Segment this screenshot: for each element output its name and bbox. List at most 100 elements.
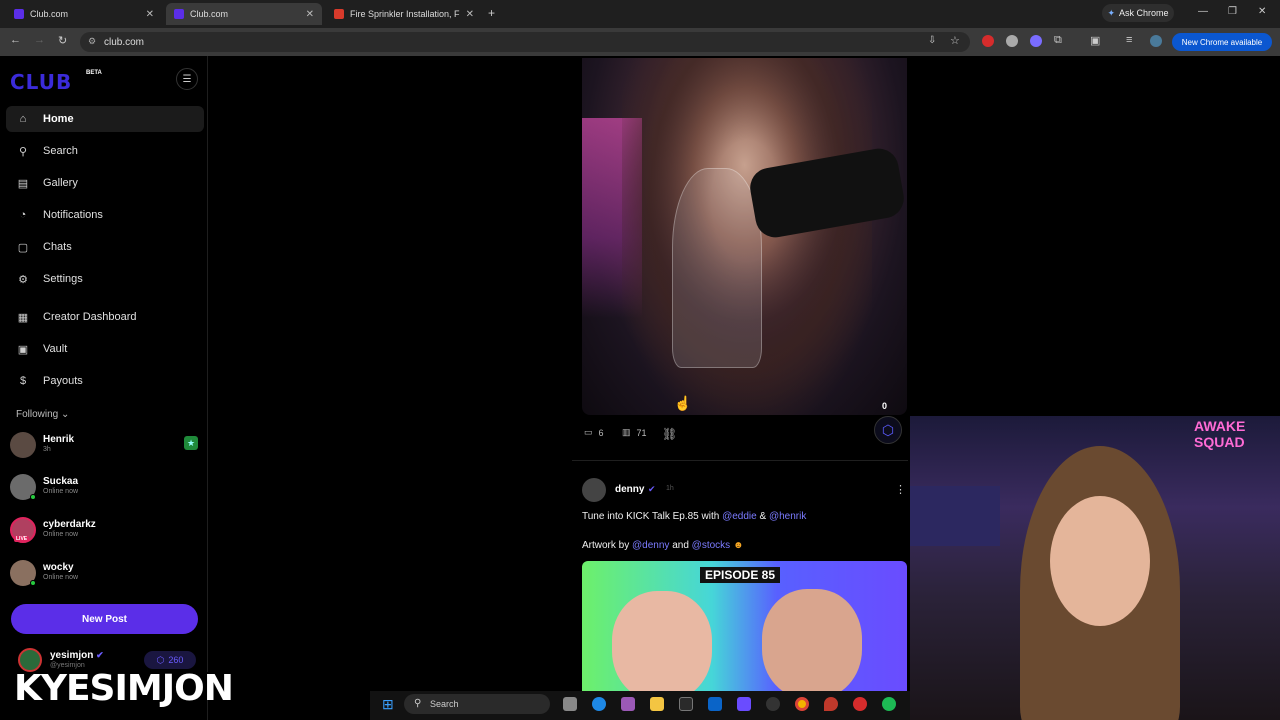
site-info-icon[interactable]: ⚙ — [88, 36, 96, 47]
following-toggle[interactable]: Following ⌄ — [16, 409, 69, 420]
mention-link[interactable]: @stocks — [692, 540, 731, 551]
nav-label: Home — [43, 113, 74, 125]
post-author[interactable]: denny — [615, 484, 644, 495]
windows-start-icon[interactable]: ⊞ — [382, 696, 394, 713]
task-view-icon[interactable] — [563, 697, 577, 711]
maps-icon[interactable] — [824, 697, 838, 711]
dashboard-icon: ▦ — [17, 311, 29, 324]
media-icon[interactable]: ≡ — [1126, 34, 1132, 46]
following-item-suckaa[interactable]: Suckaa Online now — [10, 474, 200, 504]
bell-icon: ◔ — [19, 209, 27, 221]
comments-button[interactable]: ▭ 6 — [584, 427, 604, 438]
following-item-wocky[interactable]: wocky Online now — [10, 560, 200, 590]
chevron-down-icon: ⌄ — [61, 409, 70, 420]
nav-gallery[interactable]: ▤ Gallery — [6, 170, 204, 196]
reload-icon[interactable]: ↻ — [58, 34, 67, 47]
live-badge: LIVE — [14, 536, 30, 542]
ask-chrome-label: Ask Chrome — [1119, 8, 1169, 18]
ask-chrome-button[interactable]: ✦ Ask Chrome — [1102, 4, 1174, 22]
taskbar-search[interactable]: ⚲ Search — [404, 694, 550, 714]
profile-avatar[interactable] — [1150, 35, 1162, 47]
points-badge[interactable]: ⬡ 260 — [144, 651, 196, 669]
file-explorer-icon[interactable] — [650, 697, 664, 711]
streamer-face — [1050, 496, 1150, 626]
extension-red-icon[interactable] — [982, 35, 994, 47]
search-icon: ⚲ — [414, 698, 422, 709]
app-icon[interactable] — [766, 697, 780, 711]
search-placeholder: Search — [430, 699, 459, 709]
install-icon[interactable]: ⇩ — [928, 35, 936, 46]
chrome-icon[interactable] — [795, 697, 809, 711]
copilot-icon[interactable] — [621, 697, 635, 711]
text: & — [759, 511, 767, 522]
text: Tune into KICK Talk Ep.85 with — [582, 511, 720, 522]
following-item-henrik[interactable]: Henrik 3h — [10, 432, 200, 462]
my-name-text: yesimjon — [50, 650, 94, 661]
spotify-icon[interactable] — [882, 697, 896, 711]
nav-vault[interactable]: ▣ Vault — [6, 336, 204, 362]
menu-icon[interactable]: ☰ — [176, 68, 198, 90]
comment-count: 6 — [598, 427, 604, 438]
more-options-icon[interactable]: ⋮ — [895, 483, 906, 496]
app-icon[interactable] — [737, 697, 751, 711]
extension-purple-icon[interactable] — [1030, 35, 1042, 47]
minimize-icon[interactable]: — — [1198, 6, 1208, 17]
restore-icon[interactable]: ❐ — [1228, 6, 1237, 17]
nav-payouts[interactable]: $ Payouts — [6, 368, 204, 394]
mention-link[interactable]: @denny — [632, 540, 669, 551]
edge-icon[interactable] — [592, 697, 606, 711]
vault-icon: ▣ — [17, 343, 29, 356]
mouse-cursor-icon: ☝ — [674, 395, 692, 411]
nav-chats[interactable]: ▢ Chats — [6, 234, 204, 260]
avatar[interactable] — [582, 478, 606, 502]
neon-sign: AWAKE SQUAD — [1194, 418, 1246, 450]
side-panel-icon[interactable]: ▣ — [1090, 34, 1100, 47]
chat-icon: ▢ — [17, 241, 29, 254]
nav-notifications[interactable]: ◔ Notifications — [6, 202, 204, 228]
text: Artwork by — [582, 540, 630, 551]
view-count: 71 — [636, 427, 647, 438]
close-icon[interactable]: ✕ — [306, 9, 314, 20]
nav-label: Gallery — [43, 177, 78, 189]
app-icon[interactable] — [853, 697, 867, 711]
home-icon: ⌂ — [19, 113, 27, 125]
bookmark-star-icon[interactable]: ☆ — [950, 34, 960, 47]
nav-settings[interactable]: ⚙ Settings — [6, 266, 204, 292]
tab-2[interactable]: Club.com ✕ — [166, 3, 322, 25]
friend-status: Online now — [43, 531, 79, 538]
star-icon: ★ — [184, 436, 198, 450]
link-icon[interactable]: ⛓ — [662, 427, 677, 441]
close-window-icon[interactable]: ✕ — [1258, 6, 1266, 17]
tab-1[interactable]: Club.com ✕ — [6, 3, 162, 25]
forward-icon[interactable]: → — [34, 34, 45, 46]
extensions-puzzle-icon[interactable]: ⧉ — [1054, 34, 1062, 47]
close-icon[interactable]: ✕ — [466, 9, 474, 20]
mention-link[interactable]: @henrik — [769, 511, 806, 522]
extension-gray-icon[interactable] — [1006, 35, 1018, 47]
club-logo[interactable]: CLUB — [10, 70, 72, 94]
verified-icon: ✔ — [96, 650, 104, 660]
nav-creator-dashboard[interactable]: ▦ Creator Dashboard — [6, 304, 204, 330]
bar-chart-icon: ▥ — [622, 427, 631, 437]
close-icon[interactable]: ✕ — [146, 9, 154, 20]
store-icon[interactable] — [679, 697, 693, 711]
post-text-line-2: Artwork by @denny and @stocks ☻ — [582, 540, 743, 551]
new-post-button[interactable]: New Post — [11, 604, 198, 634]
nav-home[interactable]: ⌂ Home — [6, 106, 204, 132]
friend-status: Online now — [43, 488, 79, 495]
friend-name: cyberdarkz — [43, 519, 96, 530]
new-chrome-available-button[interactable]: New Chrome available — [1172, 33, 1272, 51]
back-icon[interactable]: ← — [10, 34, 21, 46]
mail-icon[interactable] — [708, 697, 722, 711]
friend-status: 3h — [43, 446, 51, 453]
address-bar[interactable]: ⚙ club.com ⇩ ☆ — [80, 32, 970, 52]
mention-link[interactable]: @eddie — [722, 511, 757, 522]
emoji-icon: ☻ — [732, 540, 744, 551]
post-media[interactable] — [582, 58, 907, 415]
new-tab-button[interactable]: + — [488, 6, 495, 20]
tip-button[interactable]: ⬡ — [874, 416, 902, 444]
following-item-cyberdarkz[interactable]: cyberdarkz Online now — [10, 517, 200, 547]
nav-search[interactable]: ⚲ Search — [6, 138, 204, 164]
tab-3[interactable]: Fire Sprinkler Installation, Fire A ✕ — [326, 3, 482, 25]
dollar-icon: $ — [19, 375, 27, 387]
